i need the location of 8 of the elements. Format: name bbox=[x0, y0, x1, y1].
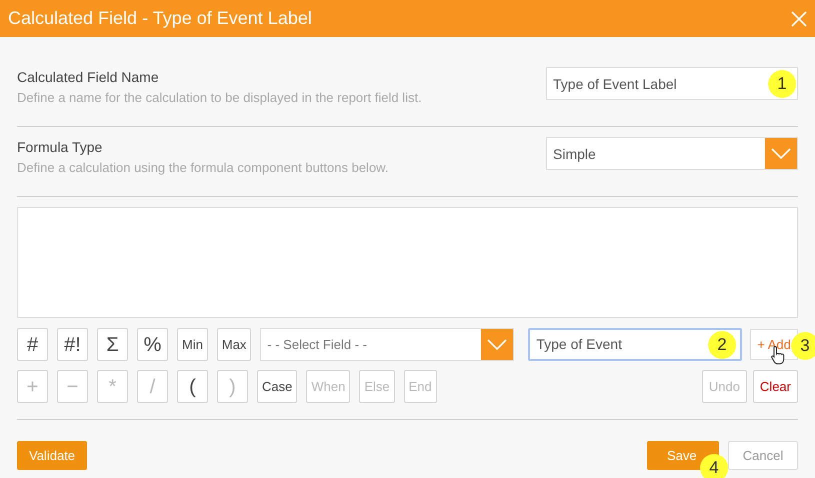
field-label: Calculated Field Name bbox=[17, 68, 160, 86]
step-tooltip: 1 bbox=[768, 70, 796, 98]
field-label: Formula Type bbox=[17, 138, 104, 156]
field-description: Define a calculation using the formula component buttons below. bbox=[17, 159, 388, 177]
step-tooltip: 4 bbox=[700, 454, 728, 478]
field-description: Define a name for the calculation to be displayed in the report field list. bbox=[17, 89, 422, 107]
step-tooltip: 2 bbox=[708, 331, 736, 359]
window-title: Calculated Field - Type of Event Label bbox=[8, 7, 312, 30]
